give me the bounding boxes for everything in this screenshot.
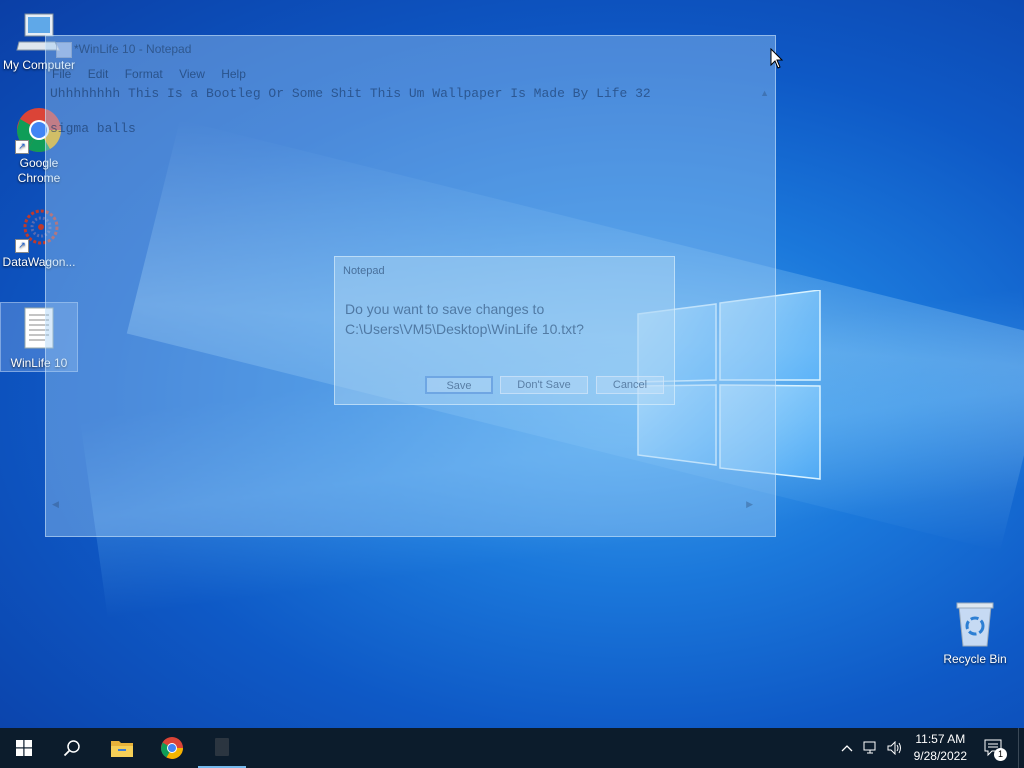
show-desktop-button[interactable] [1018,728,1024,768]
taskbar-chrome[interactable] [148,728,196,768]
desktop-icon-label: Recycle Bin [943,652,1007,666]
dialog-title: Notepad [343,265,385,277]
desktop-icon-recycle-bin[interactable]: Recycle Bin [940,600,1010,666]
search-icon [63,740,80,757]
volume-tray-button[interactable] [884,728,906,768]
start-button[interactable] [0,728,48,768]
notepad-icon [56,42,72,58]
search-button[interactable] [48,728,96,768]
window-title: *WinLife 10 - Notepad [74,42,192,56]
menu-help[interactable]: Help [221,67,246,81]
text-line [50,103,651,121]
dialog-message-line: C:\Users\VM5\Desktop\WinLife 10.txt? [345,321,584,337]
dialog-message: Do you want to save changes to C:\Users\… [345,299,584,339]
text-line: Uhhhhhhhh This Is a Bootleg Or Some Shit… [50,86,651,101]
menu-bar: File Edit Format View Help [52,67,259,81]
network-icon [863,741,876,754]
dialog-message-line: Do you want to save changes to [345,301,545,317]
dont-save-button[interactable]: Don't Save [500,376,588,394]
mouse-cursor-icon [770,48,784,69]
scroll-right-icon[interactable]: ▶ [746,499,753,510]
clock-date: 9/28/2022 [913,749,967,763]
scroll-up-icon[interactable]: ▲ [760,88,769,98]
volume-icon [887,741,901,755]
menu-edit[interactable]: Edit [88,67,109,81]
text-line: sigma balls [50,121,136,136]
shortcut-arrow-icon: ↗ [15,140,29,154]
text-editor-area[interactable]: Uhhhhhhhh This Is a Bootleg Or Some Shit… [50,85,651,138]
menu-format[interactable]: Format [125,67,163,81]
menu-view[interactable]: View [179,67,205,81]
clock-time: 11:57 AM [915,732,966,746]
taskbar-notepad[interactable] [198,728,246,768]
scroll-left-icon[interactable]: ◀ [52,499,59,510]
chrome-icon [161,737,183,759]
notification-count-badge: 1 [994,748,1007,761]
action-center-button[interactable]: 1 [980,728,1008,768]
recycle-bin-icon [951,600,999,648]
cancel-button[interactable]: Cancel [596,376,664,394]
file-explorer-icon [111,741,133,757]
chevron-up-icon [841,745,853,752]
notepad-icon [215,738,229,756]
save-changes-dialog[interactable]: Notepad Do you want to save changes to C… [334,256,675,405]
taskbar: 11:57 AM 9/28/2022 1 [0,728,1024,768]
taskbar-file-explorer[interactable] [98,728,146,768]
show-hidden-icons-button[interactable] [838,728,856,768]
menu-file[interactable]: File [52,67,71,81]
shortcut-arrow-icon: ↗ [15,239,29,253]
network-tray-button[interactable] [860,728,882,768]
clock[interactable]: 11:57 AM 9/28/2022 [914,731,967,765]
save-button[interactable]: Save [425,376,493,394]
windows-start-icon [16,740,32,756]
